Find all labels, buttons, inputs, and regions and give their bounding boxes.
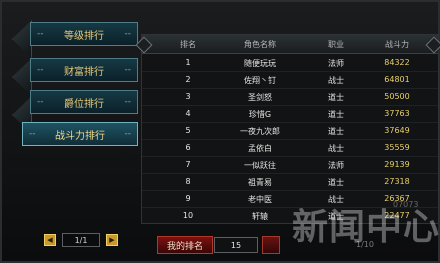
table-row[interactable]: 6 孟依白 战士 35559: [142, 139, 438, 157]
tab-label: 爵位排行: [64, 98, 104, 110]
table-row[interactable]: 2 佐翔丶钉 战士 64801: [142, 71, 438, 89]
tab-label: 财富排行: [64, 66, 104, 78]
table-row[interactable]: 3 圣剑怒 道士 50500: [142, 88, 438, 106]
refresh-icon[interactable]: [262, 236, 280, 254]
header-name: 角色名称: [244, 40, 276, 49]
tab-title-ranking[interactable]: -- 爵位排行 --: [30, 90, 138, 114]
next-page-button[interactable]: ▶: [106, 234, 118, 246]
header-power: 战斗力: [385, 40, 409, 49]
tab-wealth-ranking[interactable]: -- 财富排行 --: [30, 58, 138, 82]
my-rank-button[interactable]: 我的排名: [157, 236, 213, 254]
tab-label: 等级排行: [64, 30, 104, 42]
my-rank-value: 15: [214, 237, 258, 253]
prev-page-button[interactable]: ◀: [44, 234, 56, 246]
tab-label: 战斗力排行: [55, 130, 105, 142]
header-rank: 排名: [180, 40, 196, 49]
page-indicator: 1/1: [62, 233, 100, 247]
watermark-site: 07073: [393, 200, 419, 209]
tab-level-ranking[interactable]: -- 等级排行 --: [30, 22, 138, 46]
table-row[interactable]: 8 祖青易 道士 27318: [142, 173, 438, 191]
header-class: 职业: [328, 40, 344, 49]
tab-power-ranking[interactable]: -- 战斗力排行 --: [22, 122, 138, 146]
ranking-table: 排名 角色名称 职业 战斗力 1 随便玩玩 法师 84322 2 佐翔丶钉 战士…: [135, 34, 440, 224]
table-header: 排名 角色名称 职业 战斗力: [142, 35, 438, 54]
table-row[interactable]: 5 一夜九次郎 道士 37649: [142, 122, 438, 140]
pager: ◀ 1/1 ▶: [44, 233, 118, 247]
table-row[interactable]: 4 珍惜G 道士 37763: [142, 105, 438, 123]
table-row[interactable]: 7 一似跃往 法师 29139: [142, 156, 438, 174]
table-row[interactable]: 1 随便玩玩 法师 84322: [142, 54, 438, 72]
